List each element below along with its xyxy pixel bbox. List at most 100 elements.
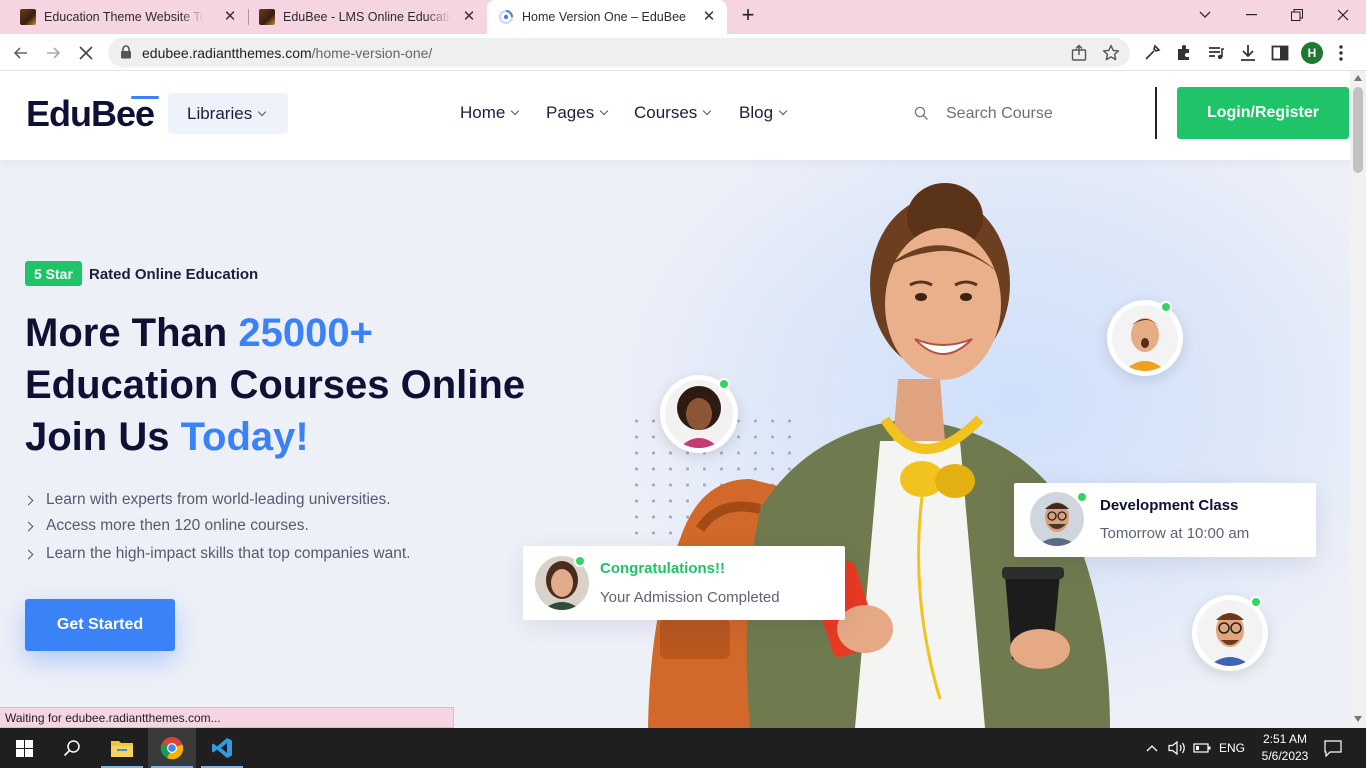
url-path: /home-version-one/ xyxy=(311,45,433,61)
eyedropper-icon[interactable] xyxy=(1142,43,1162,63)
avatar-excited-man xyxy=(1107,300,1183,376)
lock-icon xyxy=(121,45,131,59)
nav-courses[interactable]: Courses xyxy=(634,103,712,123)
tab-search-button[interactable] xyxy=(1182,0,1228,30)
folder-icon xyxy=(111,741,133,757)
headline-text: Join Us xyxy=(25,415,181,459)
stop-loading-button[interactable] xyxy=(73,40,99,66)
close-tab-icon[interactable]: ✕ xyxy=(461,9,477,25)
new-tab-button[interactable]: + xyxy=(735,0,761,30)
url-text: edubee.radiantthemes.com/home-version-on… xyxy=(142,45,432,61)
chevron-down-icon xyxy=(511,106,520,116)
chevron-down-icon xyxy=(1199,11,1211,18)
nav-blog[interactable]: Blog xyxy=(739,103,788,123)
chevron-down-icon xyxy=(703,106,712,116)
tab-edubee-lms[interactable]: EduBee - LMS Online Education T ✕ xyxy=(239,0,487,34)
chevron-right-icon xyxy=(23,495,34,505)
page-scrollbar[interactable] xyxy=(1350,71,1366,728)
start-button[interactable] xyxy=(0,728,48,768)
close-tab-icon[interactable]: ✕ xyxy=(222,9,238,25)
nav-home[interactable]: Home xyxy=(460,103,520,123)
battery-icon xyxy=(1193,743,1211,753)
rating-caption: Rated Online Education xyxy=(89,266,259,283)
side-panel-icon[interactable] xyxy=(1270,43,1290,63)
admission-notification-card: Congratulations!! Your Admission Complet… xyxy=(523,546,845,620)
speaker-icon xyxy=(1168,740,1185,756)
feature-item: Access more then 120 online courses. xyxy=(23,517,309,535)
url-domain: edubee.radiantthemes.com xyxy=(142,45,312,61)
login-register-button[interactable]: Login/Register xyxy=(1177,87,1349,139)
taskbar-vscode[interactable] xyxy=(198,728,246,768)
chevron-down-icon xyxy=(599,106,609,116)
avatar-photo xyxy=(1112,305,1178,371)
bookmark-star-icon[interactable] xyxy=(1102,44,1120,62)
feature-text: Learn with experts from world-leading un… xyxy=(46,491,391,508)
get-started-button[interactable]: Get Started xyxy=(25,599,175,651)
header-divider xyxy=(1155,87,1157,139)
restore-icon xyxy=(1291,9,1303,21)
notifications-button[interactable] xyxy=(1322,728,1344,768)
minimize-button[interactable] xyxy=(1228,0,1274,30)
dev-class-time: Tomorrow at 10:00 am xyxy=(1100,525,1250,542)
scroll-up-icon[interactable] xyxy=(1354,75,1362,81)
input-language-indicator[interactable]: ENG xyxy=(1219,728,1245,768)
extensions-puzzle-icon[interactable] xyxy=(1174,43,1194,63)
tab-education-theme[interactable]: Education Theme Website Templ ✕ xyxy=(0,0,248,34)
site-favicon-icon xyxy=(20,9,36,25)
profile-avatar[interactable]: H xyxy=(1301,42,1323,64)
five-star-badge: 5 Star xyxy=(25,261,82,286)
logo-text: EduBee xyxy=(26,93,155,134)
minimize-icon xyxy=(1245,14,1257,16)
arrow-left-icon xyxy=(13,47,27,59)
feature-text: Learn the high-impact skills that top co… xyxy=(46,545,411,562)
avatar-photo xyxy=(1197,600,1263,666)
headline-highlight: 25000+ xyxy=(238,311,373,355)
windows-taskbar: ENG 2:51 AM 5/6/2023 xyxy=(0,728,1366,768)
windows-logo-icon xyxy=(15,739,33,757)
edubee-logo[interactable]: EduBee xyxy=(26,93,159,135)
show-hidden-icons-button[interactable] xyxy=(1144,728,1160,768)
search-course-input[interactable] xyxy=(946,101,1126,127)
taskbar-file-explorer[interactable] xyxy=(98,728,146,768)
chevron-right-icon xyxy=(23,521,34,531)
congrats-subtitle: Your Admission Completed xyxy=(600,589,780,606)
media-playlist-icon[interactable] xyxy=(1206,43,1226,63)
online-status-dot xyxy=(718,378,730,390)
volume-button[interactable] xyxy=(1167,728,1187,768)
taskbar-chrome[interactable] xyxy=(148,728,196,768)
online-status-dot xyxy=(1160,301,1172,313)
libraries-dropdown[interactable]: Libraries xyxy=(168,93,288,134)
logo-accent-bar xyxy=(131,96,159,99)
restore-button[interactable] xyxy=(1274,0,1320,30)
taskbar-search-button[interactable] xyxy=(48,728,96,768)
kebab-menu-icon[interactable] xyxy=(1331,43,1351,63)
online-status-dot xyxy=(1250,596,1262,608)
chevron-up-icon xyxy=(1146,745,1158,752)
nav-pages[interactable]: Pages xyxy=(546,103,609,123)
close-tab-icon[interactable]: ✕ xyxy=(701,9,717,25)
headline-highlight: Today! xyxy=(180,415,309,459)
search-course xyxy=(912,101,1132,127)
system-clock[interactable]: 2:51 AM 5/6/2023 xyxy=(1255,731,1315,765)
download-icon[interactable] xyxy=(1238,43,1258,63)
tab-title: Education Theme Website Templ xyxy=(44,10,204,24)
search-icon[interactable] xyxy=(914,106,929,121)
forward-button[interactable] xyxy=(40,40,66,66)
address-bar[interactable]: edubee.radiantthemes.com/home-version-on… xyxy=(108,38,1130,67)
share-icon[interactable] xyxy=(1070,44,1088,62)
nav-label: Courses xyxy=(634,103,698,122)
tab-title: EduBee - LMS Online Education T xyxy=(283,10,451,24)
close-window-button[interactable] xyxy=(1320,0,1366,30)
hero-headline-line2: Education Courses Online xyxy=(25,363,526,407)
scrollbar-thumb[interactable] xyxy=(1353,87,1363,173)
arrow-right-icon xyxy=(47,47,61,59)
battery-button[interactable] xyxy=(1192,728,1212,768)
online-status-dot xyxy=(574,555,586,567)
hero-headline-line1: More Than 25000+ xyxy=(25,311,373,356)
close-icon xyxy=(1337,9,1349,21)
student-hero-image xyxy=(648,183,1110,728)
scroll-down-icon[interactable] xyxy=(1354,716,1362,722)
back-button[interactable] xyxy=(8,40,34,66)
tab-home-version-one[interactable]: Home Version One – EduBee ✕ xyxy=(487,0,727,34)
site-header: EduBee Libraries Home Pages Courses Blog… xyxy=(0,71,1350,160)
